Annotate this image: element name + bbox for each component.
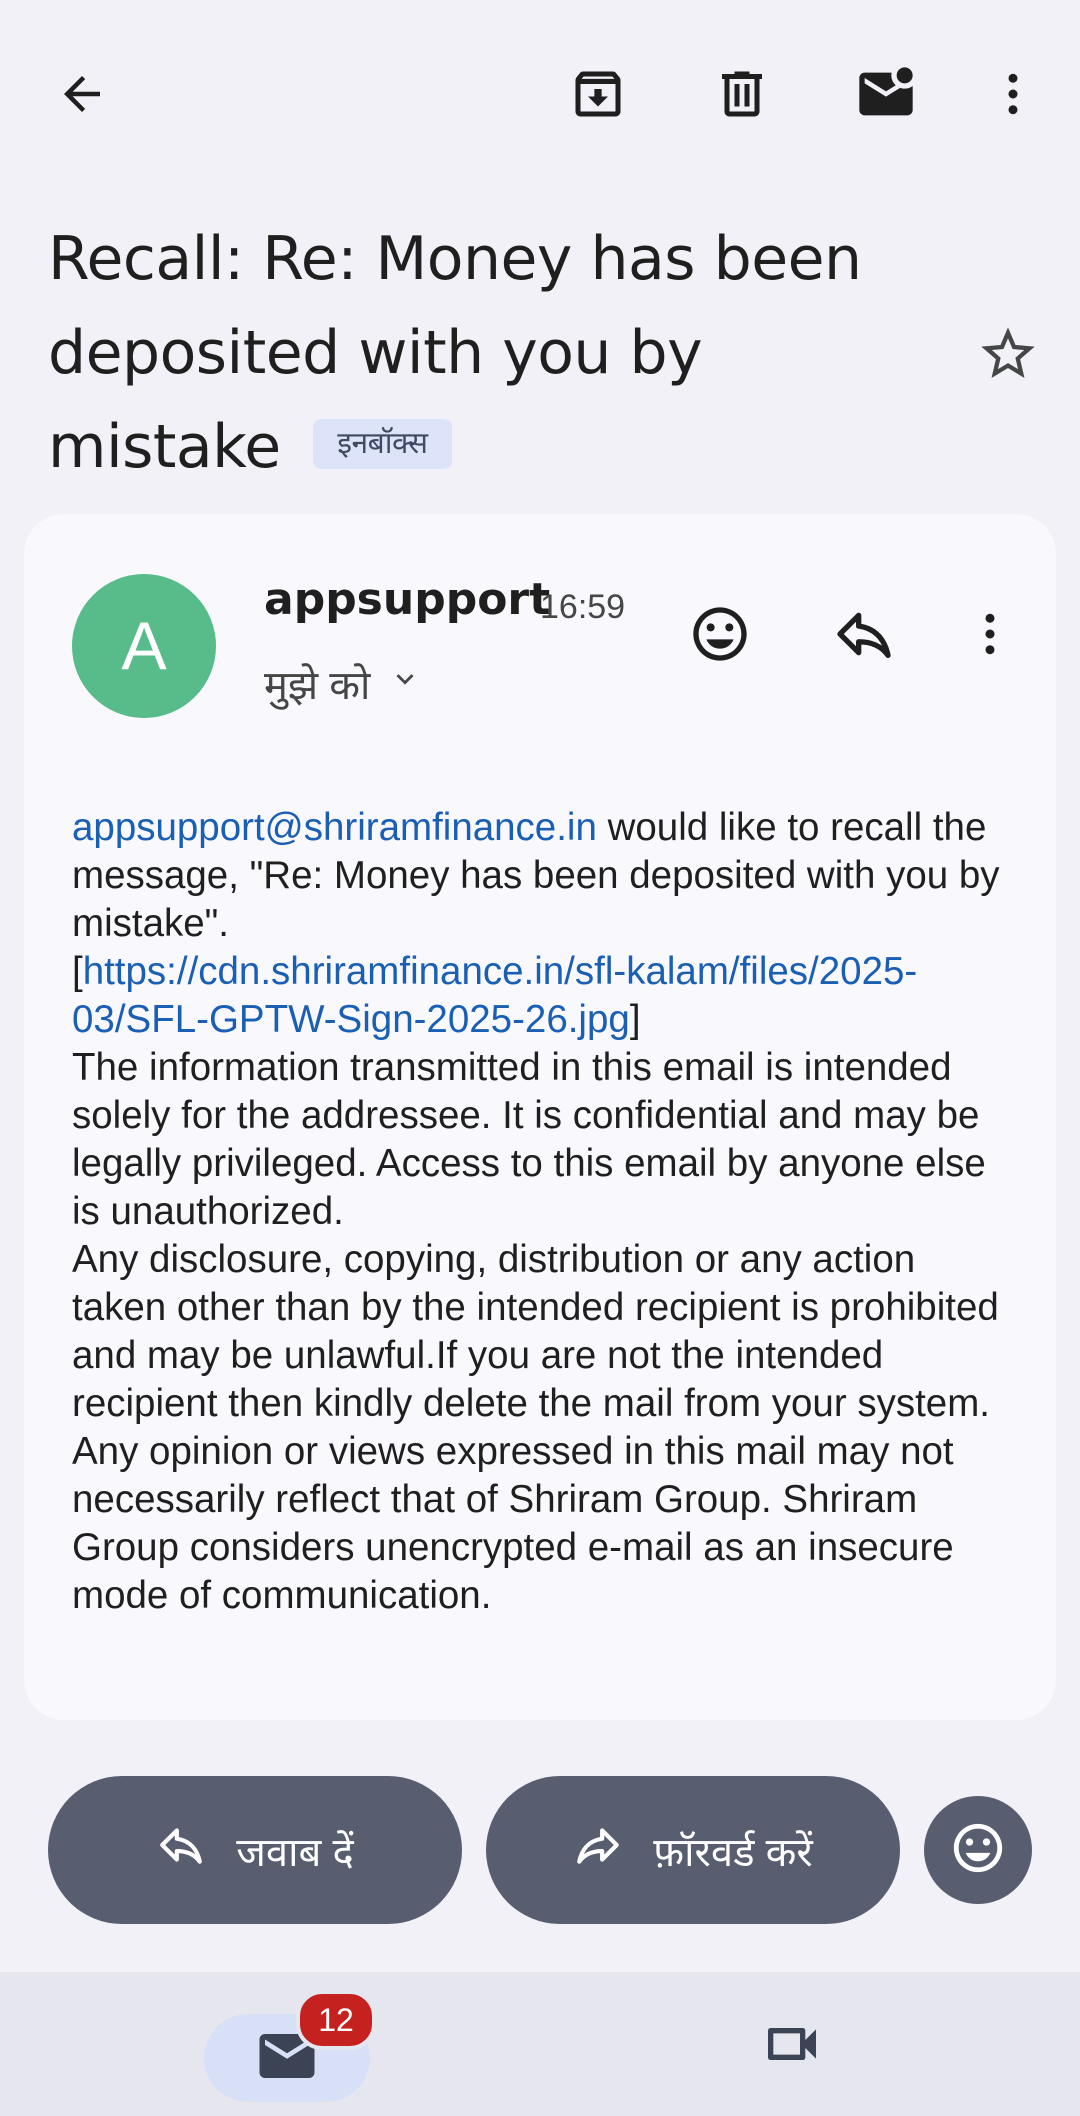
recipients-toggle[interactable]: मुझे को [264, 656, 422, 711]
more-vert-icon [963, 607, 1017, 661]
email-subject: Recall: Re: Money has been deposited wit… [48, 212, 948, 494]
back-arrow-icon [55, 67, 109, 121]
reply-label: जवाब दें [236, 1830, 354, 1875]
recipients-label: मुझे को [264, 664, 371, 708]
recall-paragraph: appsupport@shriramfinance.in would like … [72, 804, 1012, 948]
emoji-icon [949, 1819, 1007, 1882]
bottom-navigation [0, 1972, 1080, 2116]
subject-text: Recall: Re: Money has been deposited wit… [48, 224, 862, 482]
reply-button[interactable]: जवाब दें [48, 1776, 462, 1924]
disclaimer-paragraph-1: The information transmitted in this emai… [72, 1046, 986, 1233]
unread-count-badge: 12 [296, 1990, 376, 2050]
nav-meet-tab[interactable] [744, 1996, 840, 2092]
disclaimer-paragraph-2: Any disclosure, copying, distribution or… [72, 1238, 999, 1425]
forward-button[interactable]: फ़ॉरवर्ड करें [486, 1776, 900, 1924]
avatar-initial: A [121, 608, 167, 684]
avatar[interactable]: A [72, 574, 216, 718]
reply-icon [832, 602, 896, 666]
add-reaction-button[interactable] [672, 586, 768, 682]
mark-unread-button[interactable] [838, 46, 934, 142]
image-link[interactable]: https://cdn.shriramfinance.in/sfl-kalam/… [72, 950, 917, 1041]
disclaimer-paragraph-3: Any opinion or views expressed in this m… [72, 1430, 954, 1617]
sender-email-link[interactable]: appsupport@shriramfinance.in [72, 806, 597, 849]
chevron-down-icon [388, 661, 422, 706]
forward-label: फ़ॉरवर्ड करें [653, 1830, 813, 1875]
message-time: 16:59 [540, 588, 626, 626]
bracket-open: [ [72, 950, 83, 993]
react-button[interactable] [924, 1796, 1032, 1904]
more-options-button[interactable] [965, 46, 1061, 142]
star-button[interactable] [960, 306, 1056, 402]
back-button[interactable] [34, 46, 130, 142]
reply-icon [156, 1820, 206, 1880]
message-body: appsupport@shriramfinance.in would like … [72, 804, 1012, 1620]
image-link-paragraph: [https://cdn.shriramfinance.in/sfl-kalam… [72, 948, 1012, 1044]
archive-icon [568, 64, 628, 124]
reply-icon-button[interactable] [816, 586, 912, 682]
more-vert-icon [986, 67, 1040, 121]
delete-button[interactable] [694, 46, 790, 142]
emoji-icon [688, 602, 752, 666]
bracket-close: ] [629, 998, 641, 1041]
video-camera-icon [760, 2012, 824, 2076]
forward-icon [573, 1820, 623, 1880]
message-more-button[interactable] [942, 586, 1038, 682]
star-outline-icon [976, 322, 1040, 386]
mark-unread-icon [854, 62, 918, 126]
inbox-label-chip[interactable]: इनबॉक्स [313, 419, 452, 470]
delete-icon [712, 64, 772, 124]
sender-name[interactable]: appsupport [264, 574, 550, 625]
archive-button[interactable] [550, 46, 646, 142]
